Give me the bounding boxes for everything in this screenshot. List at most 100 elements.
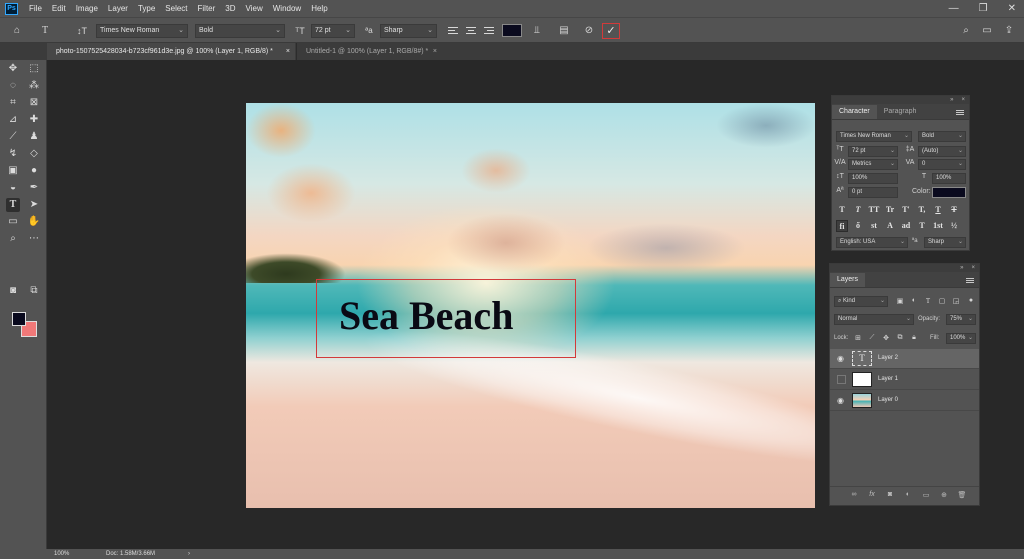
discretionary-ligatures-button[interactable]: st [868,220,880,232]
lock-image-icon[interactable]: ⟋ [866,334,878,342]
frame-tool-icon[interactable]: ⊠ [27,96,41,110]
titling-alternates-button[interactable]: T [916,220,928,232]
crop-tool-icon[interactable]: ⌗ [6,96,20,110]
menu-type[interactable]: Type [133,4,160,13]
close-icon[interactable]: × [286,43,290,60]
char-kerning-field[interactable]: Metrics ⌄ [848,159,898,170]
char-leading-field[interactable]: (Auto) ⌄ [918,146,966,157]
healing-brush-icon[interactable]: ✚ [27,113,41,127]
menu-filter[interactable]: Filter [193,4,221,13]
char-font-family-select[interactable]: Times New Roman ⌄ [836,131,912,142]
clone-stamp-icon[interactable]: ♟ [27,130,41,144]
lock-transparent-icon[interactable]: ⊞ [852,334,864,342]
strikethrough-button[interactable]: T [948,204,960,216]
lasso-tool-icon[interactable]: ◌ [6,79,20,93]
menu-help[interactable]: Help [306,4,332,13]
cancel-icon[interactable]: ⊘ [581,23,597,39]
tab-untitled[interactable]: Untitled-1 @ 100% (Layer 1, RGB/8#) * × [296,43,442,60]
search-icon[interactable]: ⌕ [958,23,974,39]
add-mask-icon[interactable]: ◙ [884,491,896,498]
char-vscale-field[interactable]: 100% [848,173,898,184]
char-tracking-field[interactable]: 0 ⌄ [918,159,966,170]
share-icon[interactable]: ⇪ [1001,23,1017,39]
menu-select[interactable]: Select [160,4,192,13]
layer-row-0[interactable]: ◉ Layer 0 [830,391,979,411]
eraser-icon[interactable]: ◇ [27,147,41,161]
align-center-icon[interactable] [465,25,477,37]
stylistic-alternates-button[interactable]: ad [900,220,912,232]
font-style-select[interactable]: Bold ⌄ [195,24,285,38]
home-icon[interactable]: ⌂ [9,23,25,39]
layer-filter-select[interactable]: ⌕ Kind ⌄ [834,296,888,307]
panel-menu-icon[interactable] [966,277,974,283]
menu-3d[interactable]: 3D [220,4,240,13]
menu-view[interactable]: View [241,4,268,13]
blur-tool-icon[interactable]: ● [27,164,41,178]
layer-row-2[interactable]: ◉ T Layer 2 [830,349,979,369]
foreground-color-swatch[interactable] [12,312,26,326]
faux-bold-button[interactable]: T [836,204,848,216]
text-color-swatch[interactable] [502,24,522,37]
char-size-field[interactable]: 72 pt ⌄ [848,146,898,157]
adjustment-filter-icon[interactable]: ◐ [908,297,920,304]
ordinals-button[interactable]: 1st [932,220,944,232]
char-anti-alias-select[interactable]: Sharp ⌄ [924,237,966,248]
char-color-swatch[interactable] [932,187,966,198]
filter-toggle-icon[interactable]: ● [965,297,977,304]
dodge-tool-icon[interactable]: ◒ [6,181,20,195]
menu-window[interactable]: Window [268,4,306,13]
zoom-level[interactable]: 100% [54,549,69,559]
char-hscale-field[interactable]: 100% [932,173,966,184]
lock-position-icon[interactable]: ✥ [880,334,892,342]
close-panel-icon[interactable]: × [961,96,965,104]
document-canvas[interactable]: Sea Beach [246,103,815,508]
tab-character[interactable]: Character [832,105,877,119]
history-brush-icon[interactable]: ↯ [6,147,20,161]
underline-button[interactable]: T [932,204,944,216]
eyedropper-icon[interactable]: ⊿ [6,113,20,127]
align-left-icon[interactable] [448,25,460,37]
lock-all-icon[interactable]: 🔒︎ [908,334,920,342]
tab-photo[interactable]: photo-1507525428034-b723cf961d3e.jpg @ 1… [47,43,295,60]
visibility-eye-icon[interactable]: ◉ [837,396,846,405]
screen-mode-icon[interactable]: ⧉ [27,284,41,298]
path-selection-icon[interactable]: ➤ [27,198,41,212]
ligatures-button[interactable]: fi [836,220,848,232]
workspace-icon[interactable]: ▭ [979,23,995,39]
old-style-button[interactable]: ő [852,220,864,232]
hand-tool-icon[interactable]: ✋ [27,215,41,229]
align-right-icon[interactable] [482,25,494,37]
superscript-button[interactable]: T' [900,204,912,216]
adjustment-layer-icon[interactable]: ◐ [902,491,914,498]
menu-edit[interactable]: Edit [47,4,71,13]
pen-tool-icon[interactable]: ✒ [27,181,41,195]
collapse-icon[interactable]: » [960,264,963,272]
close-panel-icon[interactable]: × [971,264,975,272]
font-family-select[interactable]: Times New Roman ⌄ [96,24,188,38]
move-tool-icon[interactable]: ✥ [6,62,20,76]
quick-mask-icon[interactable]: ◙ [6,284,20,298]
delete-layer-icon[interactable]: 🗑︎ [956,491,968,499]
blend-mode-select[interactable]: Normal ⌄ [834,314,914,325]
char-baseline-field[interactable]: 0 pt [848,187,898,198]
gradient-tool-icon[interactable]: ▣ [6,164,20,178]
character-panel-icon[interactable]: ▤ [556,23,572,39]
pixel-filter-icon[interactable]: ▣ [894,297,906,305]
menu-image[interactable]: Image [71,4,103,13]
marquee-tool-icon[interactable]: ⬚ [27,62,41,76]
panel-menu-icon[interactable] [956,109,964,115]
layer-style-icon[interactable]: fx [866,491,878,498]
char-font-style-select[interactable]: Bold ⌄ [918,131,966,142]
small-caps-button[interactable]: Tr [884,204,896,216]
new-group-icon[interactable]: ▭ [920,491,932,499]
magic-wand-icon[interactable]: ⁂ [27,79,41,93]
warp-text-icon[interactable]: ⫫ [529,23,545,39]
type-tool-icon[interactable]: T [6,198,20,212]
smart-object-filter-icon[interactable]: ◲ [950,297,962,305]
canvas-text[interactable]: Sea Beach [339,292,513,339]
restore-button[interactable]: ❐ [979,3,988,14]
type-tool-preset-icon[interactable]: T [37,23,53,39]
visibility-off-box[interactable] [837,375,846,384]
swash-button[interactable]: A [884,220,896,232]
opacity-field[interactable]: 75% ⌄ [946,314,976,325]
